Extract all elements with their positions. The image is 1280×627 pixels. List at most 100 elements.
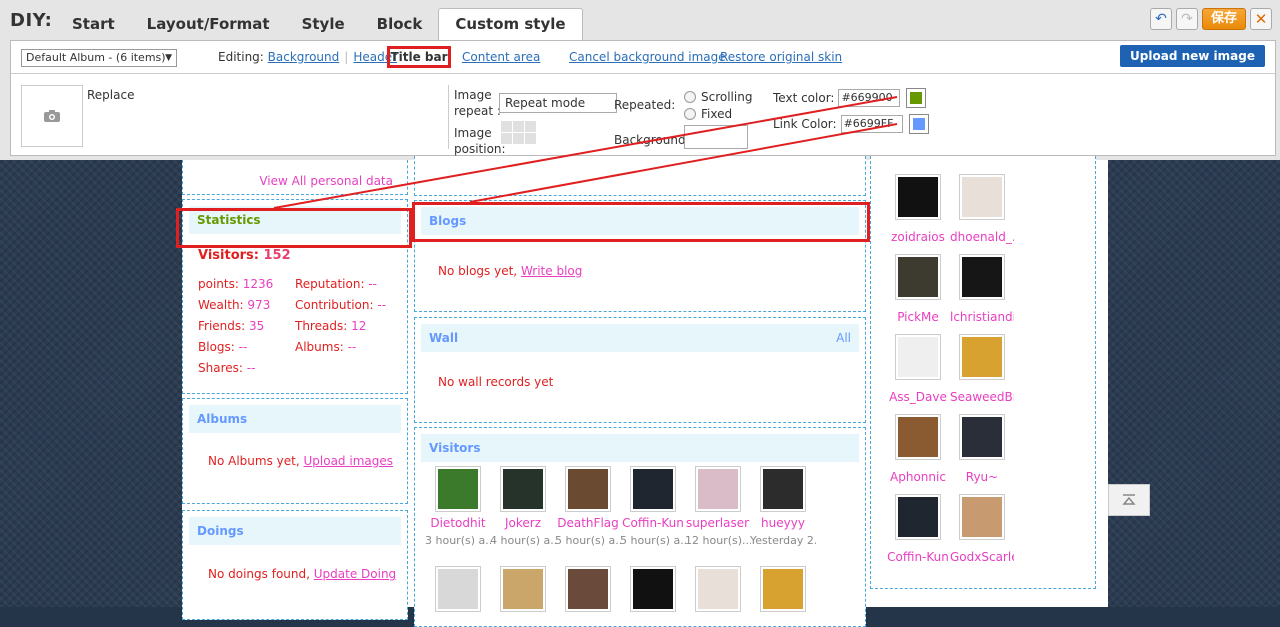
wall-title-text: Wall <box>429 331 459 345</box>
profile-content: View All personal data Statistics Visito… <box>176 156 1108 627</box>
redo-button[interactable]: ↷ <box>1175 8 1198 30</box>
editing-label: Editing: <box>218 50 264 64</box>
image-thumbnail[interactable] <box>21 85 83 147</box>
cancel-bg-link[interactable]: Cancel background image <box>569 50 726 64</box>
visitor-avatar[interactable] <box>760 466 806 512</box>
doings-title: Doings <box>189 517 401 545</box>
close-button[interactable]: ✕ <box>1250 8 1272 30</box>
friend-avatar[interactable] <box>895 174 941 220</box>
visitor-avatar[interactable] <box>630 466 676 512</box>
profile-module: View All personal data <box>182 160 408 195</box>
friend-avatar[interactable] <box>959 494 1005 540</box>
points-stat: points: 1236 <box>198 277 274 291</box>
visitor-avatar-row2[interactable] <box>500 566 546 612</box>
link-color-swatch[interactable] <box>908 114 929 134</box>
position-grid[interactable] <box>501 121 536 144</box>
scrolling-option[interactable]: Scrolling <box>684 90 752 104</box>
link-color-row: Link Color: #6699FF <box>773 114 929 134</box>
visitor-name[interactable]: Jokerz <box>491 516 555 530</box>
visitor-avatar-row2[interactable] <box>565 566 611 612</box>
friend-name[interactable]: Coffin-Kun <box>886 550 950 564</box>
tab-style[interactable]: Style <box>286 8 361 40</box>
tab-block[interactable]: Block <box>361 8 439 40</box>
link-color-input[interactable]: #6699FF <box>840 115 903 133</box>
visitor-avatar[interactable] <box>500 466 546 512</box>
friend-avatar[interactable] <box>895 254 941 300</box>
background-color-label: Background <box>614 133 686 147</box>
friend-name[interactable]: lchristiandi <box>950 310 1014 324</box>
edit-titlebar-link[interactable]: Title bar <box>387 46 451 68</box>
contribution-stat: Contribution: -- <box>295 298 387 312</box>
friend-name[interactable]: zoidraios <box>886 230 950 244</box>
wall-module: Wall All No wall records yet <box>414 317 866 423</box>
friend-avatar[interactable] <box>959 414 1005 460</box>
toolbar-actions: ↶ ↷ 保存 ✕ <box>1149 8 1272 30</box>
visitor-name[interactable]: Dietodhit <box>426 516 490 530</box>
friend-avatar[interactable] <box>959 174 1005 220</box>
visitor-name[interactable]: Coffin-Kun <box>621 516 685 530</box>
background-color-input[interactable] <box>684 125 748 149</box>
visitor-avatar-row2[interactable] <box>435 566 481 612</box>
album-select[interactable]: Default Album - (6 items) ▼ <box>21 49 177 67</box>
visitor-avatar[interactable] <box>565 466 611 512</box>
friend-avatar[interactable] <box>895 334 941 380</box>
doings-empty: No doings found, Update Doing <box>208 567 397 581</box>
friend-avatar[interactable] <box>895 494 941 540</box>
update-doing-link[interactable]: Update Doing <box>314 567 396 581</box>
visitor-avatar-row2[interactable] <box>695 566 741 612</box>
panel-divider <box>11 73 1275 74</box>
friend-avatar[interactable] <box>959 254 1005 300</box>
friend-name[interactable]: SeaweedBr... <box>950 390 1014 404</box>
view-all-link[interactable]: View All personal data <box>259 174 393 188</box>
visitors-title: Visitors <box>421 434 859 462</box>
visitor-name[interactable]: DeathFlag <box>556 516 620 530</box>
link-color-label: Link Color: <box>773 117 837 131</box>
visitor-avatar[interactable] <box>435 466 481 512</box>
text-color-input[interactable]: #669900 <box>838 89 901 107</box>
friend-name[interactable]: Aphonnic <box>886 470 950 484</box>
upload-new-image-button[interactable]: Upload new image <box>1120 45 1265 67</box>
friend-name[interactable]: dhoenald_... <box>950 230 1014 244</box>
write-blog-link[interactable]: Write blog <box>521 264 582 278</box>
edit-background-link[interactable]: Background <box>268 50 340 64</box>
scrolling-radio[interactable] <box>684 91 696 103</box>
image-position-label-1: Image <box>454 126 492 140</box>
wall-all-link[interactable]: All <box>836 324 851 352</box>
tab-custom-style[interactable]: Custom style <box>438 8 583 40</box>
friend-name[interactable]: Ryu~ <box>950 470 1014 484</box>
visitor-avatar-row2[interactable] <box>630 566 676 612</box>
restore-skin-link[interactable]: Restore original skin <box>720 50 842 64</box>
friend-avatar[interactable] <box>895 414 941 460</box>
tab-layout-format[interactable]: Layout/Format <box>131 8 286 40</box>
image-position-label-2: position: <box>454 142 506 156</box>
statistics-highlight <box>176 208 412 248</box>
replace-link[interactable]: Replace <box>87 88 134 102</box>
fixed-option[interactable]: Fixed <box>684 107 732 121</box>
visitor-name[interactable]: superlaser97 <box>686 516 750 530</box>
visitor-name[interactable]: hueyyy <box>751 516 815 530</box>
repeat-mode-select[interactable]: Repeat mode <box>499 93 617 113</box>
shares-stat: Shares: -- <box>198 361 256 375</box>
upload-images-link[interactable]: Upload images <box>304 454 394 468</box>
chevron-down-icon: ▼ <box>165 53 172 63</box>
visitor-avatar[interactable] <box>695 466 741 512</box>
redo-icon: ↷ <box>1181 11 1193 27</box>
friend-name[interactable]: GodxScarlet <box>950 550 1014 564</box>
undo-button[interactable]: ↶ <box>1149 8 1172 30</box>
friend-name[interactable]: PickMe <box>886 310 950 324</box>
save-button[interactable]: 保存 <box>1201 8 1246 30</box>
reputation-stat: Reputation: -- <box>295 277 377 291</box>
fixed-radio[interactable] <box>684 108 696 120</box>
visitor-avatar-row2[interactable] <box>760 566 806 612</box>
blogs-stat: Blogs: -- <box>198 340 248 354</box>
fixed-label: Fixed <box>701 107 733 121</box>
scroll-to-top-button[interactable] <box>1108 484 1150 516</box>
albums-stat: Albums: -- <box>295 340 357 354</box>
diy-tabs: Start Layout/Format Style Block Custom s… <box>56 8 583 40</box>
tab-start[interactable]: Start <box>56 8 131 40</box>
friend-name[interactable]: Ass_Dave <box>886 390 950 404</box>
text-color-swatch[interactable] <box>906 88 927 108</box>
friend-avatar[interactable] <box>959 334 1005 380</box>
visitor-time: 5 hour(s) a.. <box>555 534 621 547</box>
edit-content-link[interactable]: Content area <box>462 50 540 64</box>
